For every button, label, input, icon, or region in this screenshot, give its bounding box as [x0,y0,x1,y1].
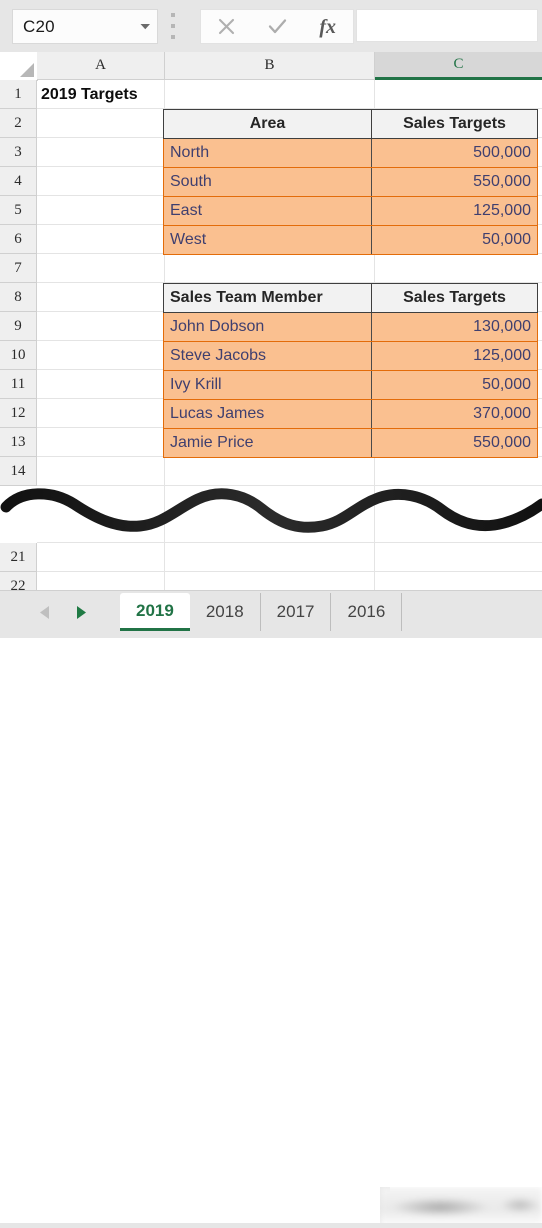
formula-input[interactable] [356,9,538,42]
cell-member-value[interactable]: 130,000 [371,312,538,342]
cell-area-name[interactable]: North [163,138,372,168]
cell-member-name[interactable]: John Dobson [163,312,372,342]
cell-member-value[interactable]: 550,000 [371,428,538,458]
table-header-row: Sales Team Member Sales Targets [163,283,538,313]
cell-area: 2019 Targets Area Sales Targets North 50… [37,80,542,590]
cell-area-value[interactable]: 50,000 [371,225,538,255]
sheet-tab-2017[interactable]: 2017 [261,593,332,631]
table-area-targets: Area Sales Targets North 500,000 South 5… [163,109,538,255]
cell-area-name[interactable]: West [163,225,372,255]
triangle-right-icon[interactable] [76,605,86,619]
fx-label: fx [319,15,337,38]
cell-member-value[interactable]: 50,000 [371,370,538,400]
row-header-9[interactable]: 9 [0,312,37,341]
cell-area-value[interactable]: 550,000 [371,167,538,197]
cell-member-name[interactable]: Jamie Price [163,428,372,458]
row-header-6[interactable]: 6 [0,225,37,254]
sheet-tab-2016[interactable]: 2016 [331,593,403,631]
blurred-sheet-tab-region [380,1187,542,1228]
column-header-a[interactable]: A [37,52,165,80]
row-header-2[interactable]: 2 [0,109,37,138]
cell-member-value[interactable]: 125,000 [371,341,538,371]
name-box-value: C20 [23,16,55,36]
table-row[interactable]: Steve Jacobs 125,000 [163,341,538,371]
worksheet-grid: A B C 1 2 3 4 5 6 7 8 9 10 11 12 13 14 2… [0,52,542,590]
row-header-8[interactable]: 8 [0,283,37,312]
checkmark-icon[interactable] [252,10,303,43]
row-header-1[interactable]: 1 [0,80,37,109]
cell-area-value[interactable]: 125,000 [371,196,538,226]
column-header-sales-team-member: Sales Team Member [163,283,372,313]
cell-member-name[interactable]: Lucas James [163,399,372,429]
select-all-corner[interactable] [0,52,38,81]
name-box[interactable]: C20 [12,9,158,44]
table-row[interactable]: Lucas James 370,000 [163,399,538,429]
cell-area-name[interactable]: East [163,196,372,226]
table-row[interactable]: South 550,000 [163,167,538,197]
triangle-left-icon[interactable] [40,605,50,619]
table-row[interactable]: North 500,000 [163,138,538,168]
row-header-14[interactable]: 14 [0,457,37,486]
row-header-21[interactable]: 21 [0,543,37,572]
close-x-icon[interactable] [201,10,252,43]
table-team-targets: Sales Team Member Sales Targets John Dob… [163,283,538,458]
sheet-tab-2018[interactable]: 2018 [190,593,261,631]
gridline [37,571,542,572]
sheet-tab-2019[interactable]: 2019 [120,593,190,631]
row-header-11[interactable]: 11 [0,370,37,399]
column-header-sales-targets: Sales Targets [371,109,538,139]
page-title: 2019 Targets [41,86,138,103]
cell-area-name[interactable]: South [163,167,372,197]
formula-bar: C20 fx [0,0,542,53]
column-header-area: Area [163,109,372,139]
row-header-10[interactable]: 10 [0,341,37,370]
fx-icon[interactable]: fx [302,10,353,43]
column-header-c[interactable]: C [375,52,542,80]
sheet-tabs: 2019 2018 2017 2016 [120,593,403,633]
table-row[interactable]: West 50,000 [163,225,538,255]
table-header-row: Area Sales Targets [163,109,538,139]
row-header-12[interactable]: 12 [0,399,37,428]
column-header-sales-targets: Sales Targets [371,283,538,313]
row-header-3[interactable]: 3 [0,138,37,167]
cell-member-name[interactable]: Ivy Krill [163,370,372,400]
sheet-tab-bar: 2019 2018 2017 2016 [0,590,542,1228]
gridline [37,542,542,543]
table-row[interactable]: John Dobson 130,000 [163,312,538,342]
chevron-down-icon[interactable] [133,23,157,30]
row-header-13[interactable]: 13 [0,428,37,457]
cell-member-value[interactable]: 370,000 [371,399,538,429]
table-row[interactable]: Ivy Krill 50,000 [163,370,538,400]
cell-area-value[interactable]: 500,000 [371,138,538,168]
row-header-22[interactable]: 22 [0,572,37,590]
excel-window: C20 fx A B C 1 2 3 4 5 6 7 8 9 10 11 12 … [0,0,542,1228]
column-header-b[interactable]: B [165,52,375,80]
formula-bar-grip [170,13,176,39]
row-header-column: 1 2 3 4 5 6 7 8 9 10 11 12 13 14 21 22 [0,80,37,590]
formula-actions: fx [200,9,354,44]
column-header-row: A B C [0,52,542,81]
cell-member-name[interactable]: Steve Jacobs [163,341,372,371]
table-row[interactable]: East 125,000 [163,196,538,226]
row-header-4[interactable]: 4 [0,167,37,196]
horizontal-scrollbar[interactable] [0,1223,542,1228]
table-row[interactable]: Jamie Price 550,000 [163,428,538,458]
gridline [37,485,542,486]
row-header-5[interactable]: 5 [0,196,37,225]
row-header-7[interactable]: 7 [0,254,37,283]
